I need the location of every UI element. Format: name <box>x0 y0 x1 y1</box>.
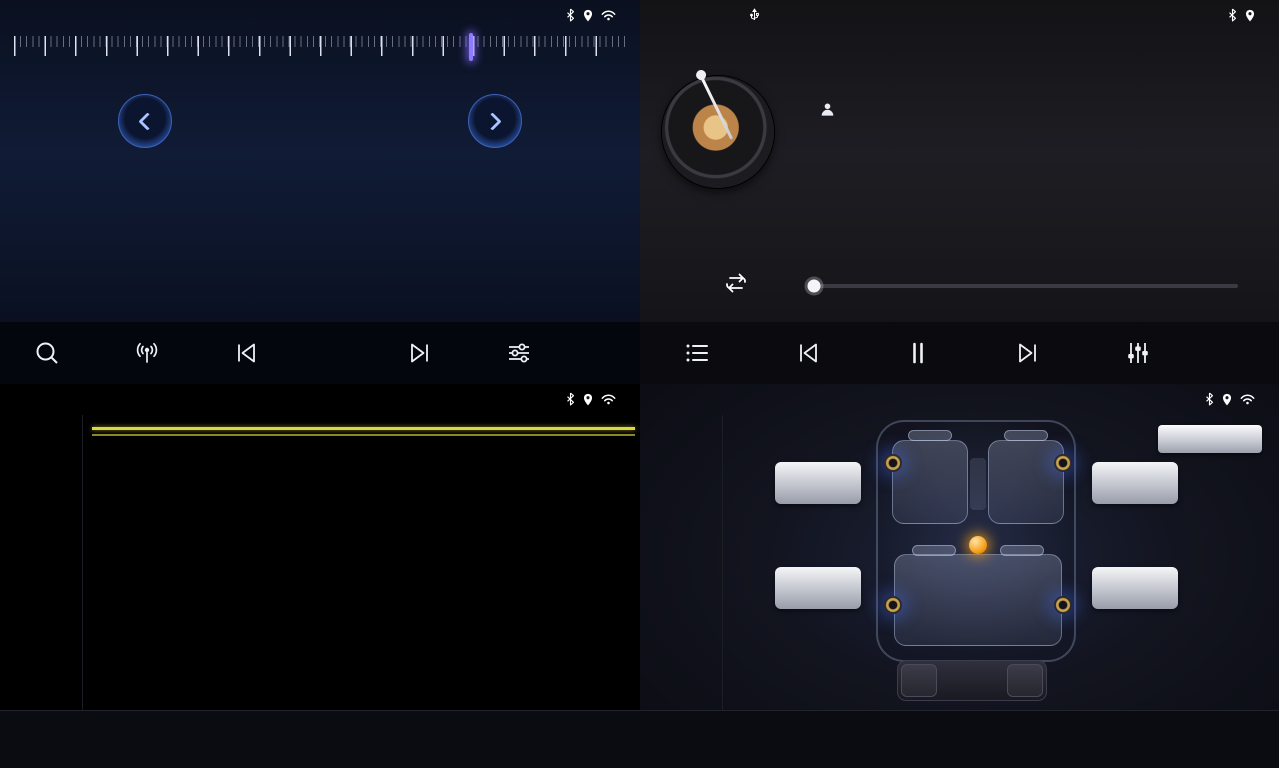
wifi-icon <box>601 10 616 21</box>
progress-bar[interactable] <box>814 284 1238 288</box>
spectrum <box>976 88 1254 221</box>
surround-preset-button[interactable] <box>1158 425 1262 453</box>
bluetooth-icon <box>1228 8 1237 22</box>
location-icon <box>583 393 593 406</box>
surround-tab-icons <box>640 737 1279 768</box>
equalizer-icon[interactable] <box>1126 340 1150 366</box>
next-icon[interactable] <box>407 340 433 366</box>
tuner-settings-icon[interactable] <box>506 340 532 366</box>
rear-right-delay-button[interactable] <box>1092 567 1178 609</box>
artist-row <box>820 102 844 121</box>
surround-mode-list <box>640 415 723 710</box>
rear-left-speaker-icon <box>884 596 902 614</box>
frequency-scale[interactable] <box>14 36 626 62</box>
location-icon <box>583 9 593 22</box>
status-bar <box>0 384 640 414</box>
front-right-delay-button[interactable] <box>1092 462 1178 504</box>
scan-icon[interactable] <box>34 340 60 366</box>
four-screen-grid <box>0 0 1279 768</box>
chevron-right-icon <box>483 112 501 130</box>
tuning-indicator[interactable] <box>469 33 473 61</box>
center-console <box>970 458 986 510</box>
artist-icon <box>820 102 835 121</box>
usb-icon <box>750 8 759 23</box>
surround-sound-screen <box>640 384 1279 768</box>
headrest <box>912 545 956 556</box>
rear-left-delay-button[interactable] <box>775 567 861 609</box>
front-left-speaker-icon <box>884 454 902 472</box>
increase-delay-button[interactable] <box>901 664 937 697</box>
progress-thumb[interactable] <box>808 280 821 293</box>
music-player-screen <box>640 0 1279 384</box>
seek-up-button[interactable] <box>468 94 522 148</box>
rear-seat <box>894 554 1062 646</box>
playlist-icon[interactable] <box>684 341 710 365</box>
front-left-delay-button[interactable] <box>775 462 861 504</box>
bluetooth-icon <box>566 8 575 22</box>
next-icon[interactable] <box>1015 340 1041 366</box>
location-icon <box>1245 9 1255 22</box>
headrest <box>1004 430 1048 441</box>
car-cabin-diagram <box>876 420 1076 662</box>
eq-tab-bar <box>0 710 640 737</box>
status-bar <box>0 0 640 30</box>
previous-icon[interactable] <box>233 340 259 366</box>
broadcast-icon[interactable] <box>134 340 160 366</box>
wifi-icon <box>601 394 616 405</box>
headrest <box>908 430 952 441</box>
eq-bands <box>100 470 632 642</box>
bluetooth-icon <box>566 392 575 406</box>
location-icon <box>1222 393 1232 406</box>
wifi-icon <box>1240 394 1255 405</box>
status-bar <box>640 0 1279 30</box>
equalizer-screen <box>0 384 640 768</box>
front-right-seat <box>988 440 1064 524</box>
front-right-speaker-icon <box>1054 454 1072 472</box>
listening-position-marker[interactable] <box>969 536 987 554</box>
player-toolbar <box>640 322 1279 384</box>
headrest <box>1000 545 1044 556</box>
bluetooth-icon <box>1205 392 1214 406</box>
front-left-seat <box>892 440 968 524</box>
radio-toolbar <box>0 322 640 384</box>
status-bar <box>640 384 1279 414</box>
eq-curve-shadow <box>92 434 635 436</box>
eq-tab-icons <box>0 737 640 768</box>
surround-tab-bar <box>640 710 1279 737</box>
eq-db-scale <box>44 463 76 649</box>
radio-screen <box>0 0 640 384</box>
album-art-vinyl <box>662 76 774 188</box>
chevron-left-icon <box>138 112 156 130</box>
decrease-delay-button[interactable] <box>1007 664 1043 697</box>
pause-icon[interactable] <box>906 340 930 366</box>
seek-down-button[interactable] <box>118 94 172 148</box>
rear-right-speaker-icon <box>1054 596 1072 614</box>
previous-icon[interactable] <box>795 340 821 366</box>
delay-adjuster <box>897 660 1047 701</box>
repeat-icon[interactable] <box>722 272 750 299</box>
eq-curve-line <box>92 427 635 430</box>
